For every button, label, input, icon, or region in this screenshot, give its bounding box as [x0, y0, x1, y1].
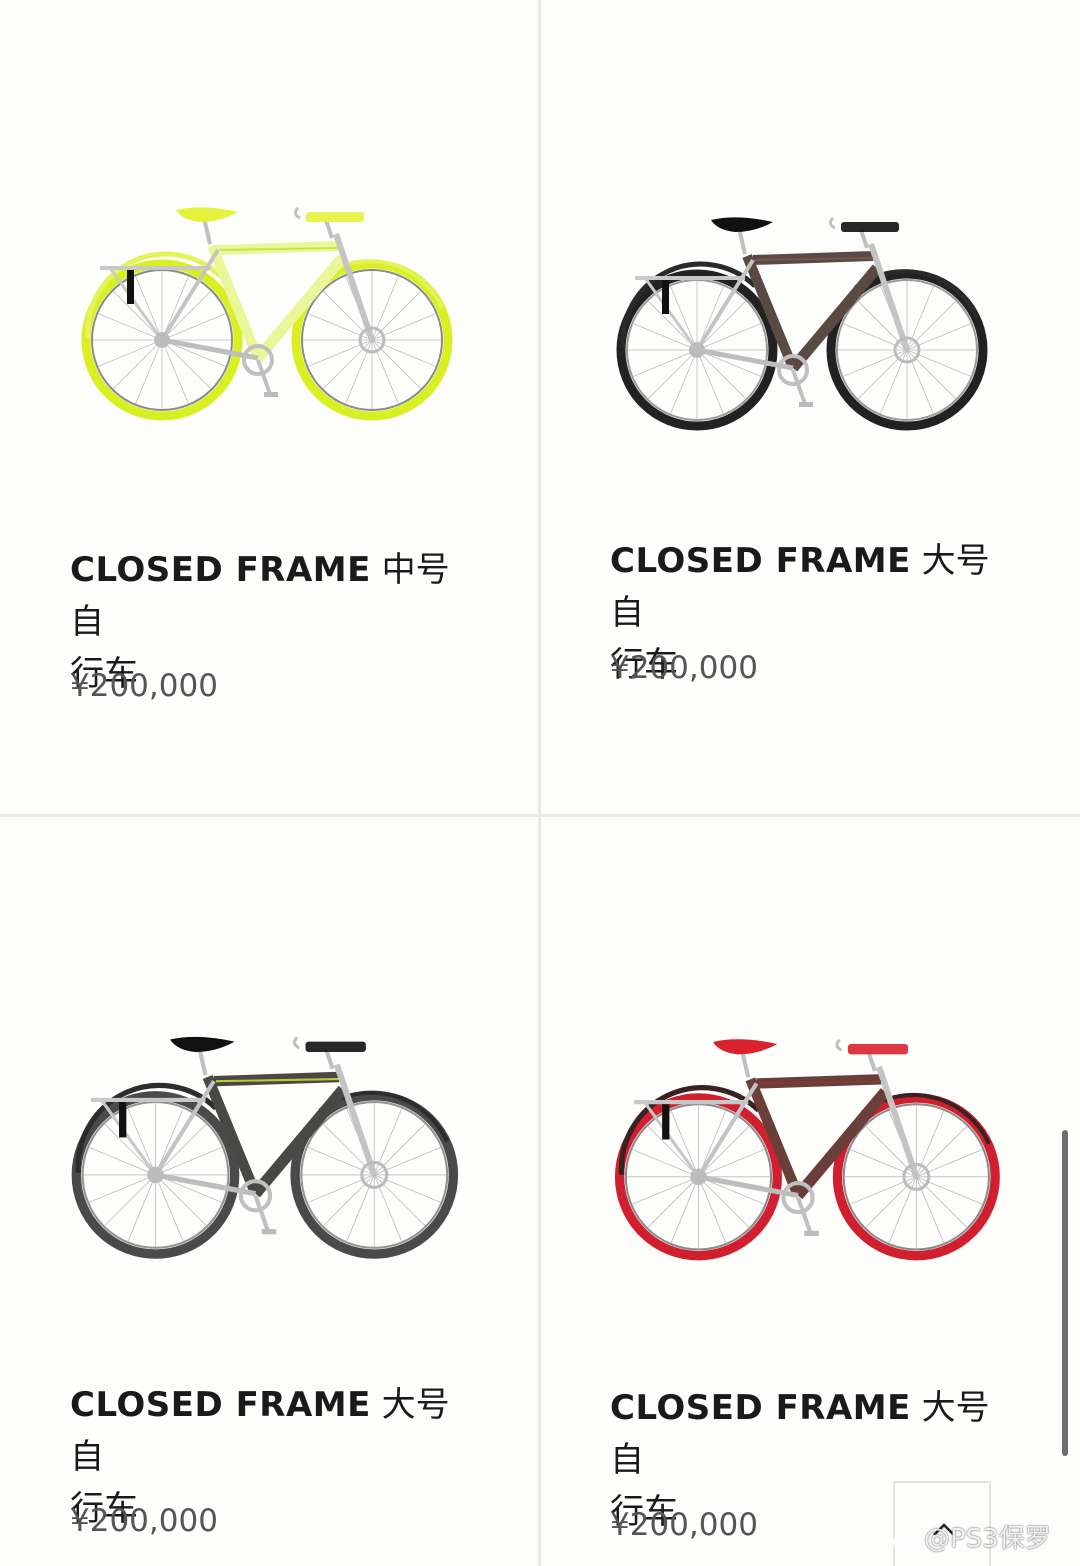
bicycle-image[interactable]	[70, 198, 470, 438]
product-card[interactable]: CLOSED FRAME 大号自 行车 ¥200,000	[0, 817, 538, 1566]
bike-drawing	[81, 206, 453, 421]
product-grid: CLOSED FRAME 中号自 行车 ¥200,000 CLOSED FRAM…	[0, 0, 1080, 1566]
bicycle-image[interactable]	[605, 208, 1005, 448]
product-title-latin: CLOSED FRAME	[70, 550, 371, 590]
product-price: ¥200,000	[610, 1507, 758, 1543]
product-title-latin: CLOSED FRAME	[610, 1388, 911, 1428]
product-price: ¥200,000	[70, 1503, 218, 1539]
scrollbar-thumb[interactable]	[1062, 1130, 1068, 1456]
product-card[interactable]: CLOSED FRAME 大号自 行车 ¥200,000	[541, 817, 1080, 1566]
product-price: ¥200,000	[70, 668, 218, 704]
bicycle-image[interactable]	[603, 1029, 1018, 1279]
product-title-latin: CLOSED FRAME	[70, 1385, 371, 1425]
weibo-icon	[893, 1528, 920, 1551]
bike-drawing	[614, 1038, 1000, 1261]
watermark-text: @PS3保罗	[924, 1524, 1051, 1554]
product-card[interactable]: CLOSED FRAME 中号自 行车 ¥200,000	[0, 0, 538, 814]
product-card[interactable]: CLOSED FRAME 大号自 行车 ¥200,000	[541, 0, 1080, 814]
bike-drawing	[71, 1036, 459, 1259]
watermark: @PS3保罗	[892, 1518, 1051, 1555]
product-title-latin: CLOSED FRAME	[610, 541, 911, 581]
bicycle-image[interactable]	[58, 1027, 478, 1277]
bike-drawing	[616, 216, 988, 431]
product-price: ¥200,000	[610, 650, 758, 686]
